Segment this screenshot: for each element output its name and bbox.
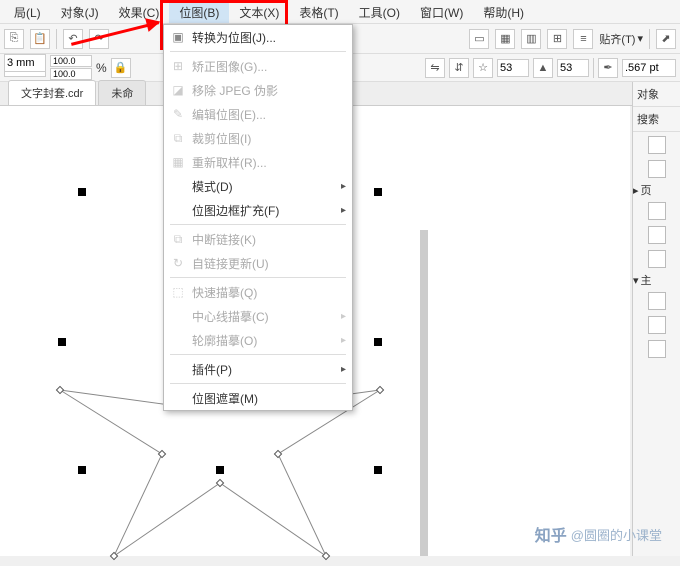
right-panel: 对象 搜索 ▸页 ▾主 xyxy=(632,82,680,556)
panel-main[interactable]: ▾主 xyxy=(633,272,680,288)
handle-tl[interactable] xyxy=(78,188,86,196)
grid-icon[interactable]: ▦ xyxy=(495,29,515,49)
menu-bitmap[interactable]: 位图(B) xyxy=(169,0,229,23)
panel-icon[interactable] xyxy=(648,250,666,268)
bitmap-dropdown: ▣ 转换为位图(J)... ⊞ 矫正图像(G)... ◪ 移除 JPEG 伪影 … xyxy=(163,24,353,411)
jpeg-icon: ◪ xyxy=(170,82,186,98)
menu-convert-bitmap[interactable]: ▣ 转换为位图(J)... xyxy=(164,25,352,49)
panel-icon[interactable] xyxy=(648,340,666,358)
watermark-text: @圆圈的小课堂 xyxy=(571,525,662,544)
panel-page[interactable]: ▸页 xyxy=(633,182,680,198)
layers-icon[interactable]: ≡ xyxy=(573,29,593,49)
outline-width-input[interactable] xyxy=(622,59,676,77)
launch-icon[interactable]: ⬈ xyxy=(656,29,676,49)
menu-object[interactable]: 对象(J) xyxy=(51,0,109,23)
menubar: 局(L) 对象(J) 效果(C) 位图(B) 文本(X) 表格(T) 工具(O)… xyxy=(0,0,680,24)
submenu-arrow-icon: ▸ xyxy=(341,181,346,192)
zhihu-logo-icon: 知乎 xyxy=(535,522,567,546)
snap-label: 贴齐(T) xyxy=(599,31,635,47)
handle-br[interactable] xyxy=(374,466,382,474)
star-points-input[interactable] xyxy=(497,59,529,77)
link-icon: ⧉ xyxy=(170,231,186,247)
scale-y-input[interactable] xyxy=(50,68,92,80)
menu-centerline-trace: 中心线描摹(C) ▸ xyxy=(164,304,352,328)
pen-icon[interactable]: ✒ xyxy=(598,58,618,78)
panel-icon[interactable] xyxy=(648,226,666,244)
menu-correct-image: ⊞ 矫正图像(G)... xyxy=(164,54,352,78)
convert-icon: ▣ xyxy=(170,29,186,45)
lock-icon[interactable]: 🔒 xyxy=(111,58,131,78)
panel-icon[interactable] xyxy=(648,160,666,178)
panel-icon[interactable] xyxy=(648,316,666,334)
menu-outline-trace: 轮廓描摹(O) ▸ xyxy=(164,328,352,352)
submenu-arrow-icon: ▸ xyxy=(341,205,346,216)
watermark: 知乎 @圆圈的小课堂 xyxy=(535,522,662,546)
panel-icon[interactable] xyxy=(648,136,666,154)
page-boundary xyxy=(420,230,428,556)
panel-search-header[interactable]: 搜索 xyxy=(633,107,680,132)
submenu-arrow-icon: ▸ xyxy=(341,311,346,322)
flip-v-icon[interactable]: ⇵ xyxy=(449,58,469,78)
menu-table[interactable]: 表格(T) xyxy=(289,0,348,23)
resample-icon: ▦ xyxy=(170,154,186,170)
copy-icon[interactable]: ⎘ xyxy=(4,29,24,49)
snap-icon[interactable]: ⊞ xyxy=(547,29,567,49)
trace-icon: ⬚ xyxy=(170,284,186,300)
grid-icon: ⊞ xyxy=(170,58,186,74)
menu-edit-bitmap: ✎ 编辑位图(E)... xyxy=(164,102,352,126)
submenu-arrow-icon: ▸ xyxy=(341,364,346,375)
flip-h-icon[interactable]: ⇋ xyxy=(425,58,445,78)
crop-icon: ⧉ xyxy=(170,130,186,146)
menu-tools[interactable]: 工具(O) xyxy=(349,0,410,23)
menu-auto-update: ↻ 自链接更新(U) xyxy=(164,251,352,275)
tab-doc1[interactable]: 文字封套.cdr xyxy=(8,80,96,105)
handle-ml[interactable] xyxy=(58,338,66,346)
menu-window[interactable]: 窗口(W) xyxy=(410,0,473,23)
handle-mr[interactable] xyxy=(374,338,382,346)
tab-doc2[interactable]: 未命 xyxy=(98,80,146,105)
menu-remove-jpeg: ◪ 移除 JPEG 伪影 xyxy=(164,78,352,102)
menu-text[interactable]: 文本(X) xyxy=(229,0,289,23)
edit-icon: ✎ xyxy=(170,106,186,122)
star-icon[interactable]: ☆ xyxy=(473,58,493,78)
menu-resample: ▦ 重新取样(R)... xyxy=(164,150,352,174)
scale-x-input[interactable] xyxy=(50,55,92,67)
menu-effect[interactable]: 效果(C) xyxy=(109,0,170,23)
sharpness-icon[interactable]: ▲ xyxy=(533,58,553,78)
handle-bl[interactable] xyxy=(78,466,86,474)
menu-plugins[interactable]: 插件(P) ▸ xyxy=(164,357,352,381)
menu-expand[interactable]: 位图边框扩充(F) ▸ xyxy=(164,198,352,222)
menu-bitmap-mask[interactable]: 位图遮罩(M) xyxy=(164,386,352,410)
panel-objects-header[interactable]: 对象 xyxy=(633,82,680,107)
handle-bm[interactable] xyxy=(216,466,224,474)
menu-layout[interactable]: 局(L) xyxy=(4,0,51,23)
handle-tr[interactable] xyxy=(374,188,382,196)
submenu-arrow-icon: ▸ xyxy=(341,335,346,346)
guides-icon[interactable]: ▥ xyxy=(521,29,541,49)
chevron-down-icon: ▾ xyxy=(637,32,643,45)
menu-quick-trace: ⬚ 快速描摹(Q) xyxy=(164,280,352,304)
panel-icon[interactable] xyxy=(648,202,666,220)
menu-crop-bitmap: ⧉ 裁剪位图(I) xyxy=(164,126,352,150)
snap-dropdown[interactable]: 贴齐(T) ▾ xyxy=(599,31,643,47)
refresh-icon: ↻ xyxy=(170,255,186,271)
sharpness-input[interactable] xyxy=(557,59,589,77)
percent-label: % xyxy=(96,61,107,75)
menu-mode[interactable]: 模式(D) ▸ xyxy=(164,174,352,198)
menu-break-link: ⧉ 中断链接(K) xyxy=(164,227,352,251)
paste-icon[interactable]: 📋 xyxy=(30,29,50,49)
menu-help[interactable]: 帮助(H) xyxy=(473,0,534,23)
height-input[interactable] xyxy=(4,54,46,72)
panel-icon[interactable] xyxy=(648,292,666,310)
rect-icon[interactable]: ▭ xyxy=(469,29,489,49)
